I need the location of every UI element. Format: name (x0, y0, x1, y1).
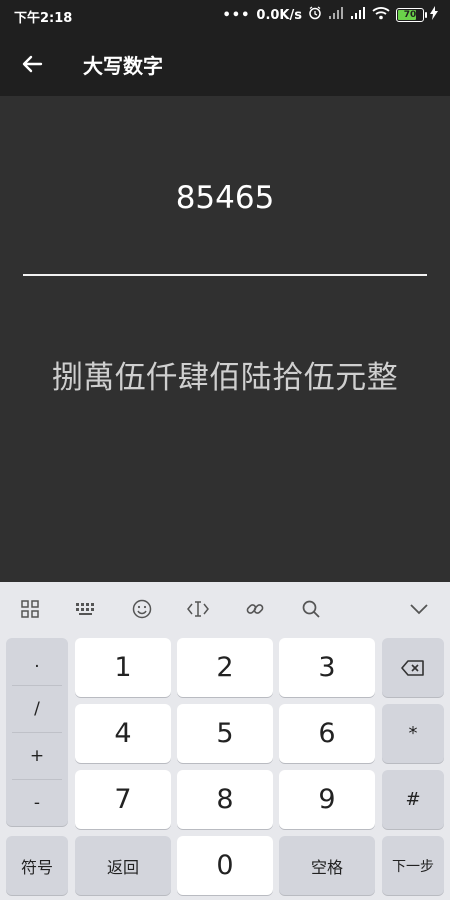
wifi-icon (372, 6, 390, 24)
key-dot[interactable]: . (6, 638, 68, 685)
battery-level: 70 (403, 10, 417, 20)
battery-icon: 70 (396, 8, 427, 22)
input-underline (23, 274, 427, 276)
backspace-button[interactable] (382, 638, 444, 697)
key-6[interactable]: 6 (279, 704, 375, 763)
signal-hd-icon (328, 6, 344, 24)
return-button[interactable]: 返回 (75, 836, 171, 895)
key-3[interactable]: 3 (279, 638, 375, 697)
search-icon[interactable] (298, 596, 324, 622)
keyboard-toolbar (0, 582, 450, 634)
keyboard-icon[interactable] (73, 596, 99, 622)
key-5[interactable]: 5 (177, 704, 273, 763)
next-button[interactable]: 下一步 (382, 836, 444, 895)
net-speed: 0.0K/s (256, 7, 302, 23)
app-bar: 大写数字 (0, 30, 450, 96)
page-title: 大写数字 (83, 54, 163, 78)
key-0[interactable]: 0 (177, 836, 273, 895)
key-8[interactable]: 8 (177, 770, 273, 829)
numeric-keyboard: . / + - 1 2 3 4 5 6 7 8 9 * # 符号 返回 0 空格… (0, 582, 450, 900)
back-button[interactable] (14, 46, 50, 82)
key-minus[interactable]: - (6, 779, 68, 826)
arrow-left-icon (22, 55, 43, 73)
number-input[interactable]: 85465 (0, 180, 450, 216)
link-icon[interactable] (242, 596, 268, 622)
space-button[interactable]: 空格 (279, 836, 375, 895)
uppercase-result: 捌萬伍仟肆佰陆拾伍元整 (51, 360, 399, 396)
key-7[interactable]: 7 (75, 770, 171, 829)
key-2[interactable]: 2 (177, 638, 273, 697)
key-slash[interactable]: / (6, 685, 68, 732)
cursor-move-icon[interactable] (185, 596, 211, 622)
key-plus[interactable]: + (6, 732, 68, 779)
content-area: 85465 捌萬伍仟肆佰陆拾伍元整 (0, 96, 450, 582)
grid-apps-icon[interactable] (17, 596, 43, 622)
status-bar: 下午2:18 ••• 0.0K/s 70 (0, 0, 450, 30)
symbols-button[interactable]: 符号 (6, 836, 68, 895)
key-4[interactable]: 4 (75, 704, 171, 763)
charging-icon (430, 6, 438, 24)
status-time: 下午2:18 (14, 11, 73, 26)
emoji-icon[interactable] (129, 596, 155, 622)
symbol-column: . / + - (6, 638, 68, 826)
chevron-down-icon[interactable] (406, 596, 432, 622)
key-asterisk[interactable]: * (382, 704, 444, 763)
key-9[interactable]: 9 (279, 770, 375, 829)
backspace-icon (401, 659, 424, 676)
more-dots-icon: ••• (222, 7, 251, 23)
signal-icon (350, 6, 366, 24)
key-1[interactable]: 1 (75, 638, 171, 697)
status-icons: ••• 0.0K/s 70 (222, 5, 438, 25)
key-hash[interactable]: # (382, 770, 444, 829)
alarm-icon (308, 6, 322, 24)
